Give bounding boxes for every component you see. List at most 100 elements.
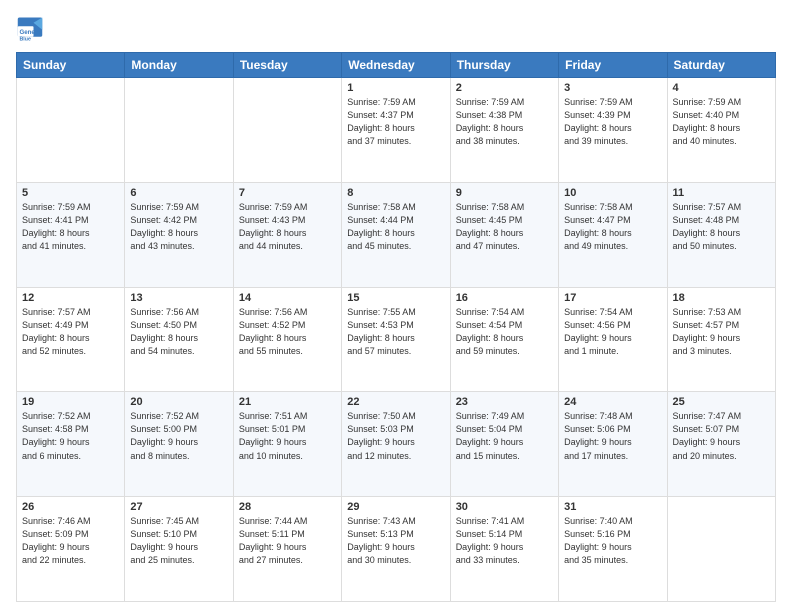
calendar-cell: 28Sunrise: 7:44 AM Sunset: 5:11 PM Dayli…	[233, 497, 341, 602]
day-info: Sunrise: 7:45 AM Sunset: 5:10 PM Dayligh…	[130, 515, 227, 567]
day-number: 27	[130, 501, 227, 513]
day-info: Sunrise: 7:44 AM Sunset: 5:11 PM Dayligh…	[239, 515, 336, 567]
day-number: 23	[456, 396, 553, 408]
weekday-header-monday: Monday	[125, 53, 233, 78]
logo: General Blue	[16, 14, 48, 42]
day-info: Sunrise: 7:59 AM Sunset: 4:41 PM Dayligh…	[22, 201, 119, 253]
calendar-cell: 20 Sunrise: 7:52 AM Sunset: 5:00 PM Dayli…	[125, 392, 233, 497]
day-number: 12	[22, 292, 119, 304]
day-info: Sunrise: 7:59 AM Sunset: 4:40 PM Dayligh…	[673, 96, 770, 148]
day-number: 20	[130, 396, 227, 408]
page: General Blue SundayMondayTuesdayWednesda…	[0, 0, 792, 612]
calendar: SundayMondayTuesdayWednesdayThursdayFrid…	[16, 52, 776, 602]
day-number: 11	[673, 187, 770, 199]
logo-icon: General Blue	[16, 14, 44, 42]
svg-text:Blue: Blue	[20, 36, 31, 42]
calendar-cell: 8Sunrise: 7:58 AM Sunset: 4:44 PM Daylig…	[342, 182, 450, 287]
calendar-cell: 23Sunrise: 7:49 AM Sunset: 5:04 PM Dayli…	[450, 392, 558, 497]
day-number: 2	[456, 82, 553, 94]
day-number: 24	[564, 396, 661, 408]
svg-text:General: General	[20, 29, 43, 36]
calendar-cell	[17, 78, 125, 183]
day-info: Sunrise: 7:54 AM Sunset: 4:56 PM Dayligh…	[564, 306, 661, 358]
calendar-cell: 1 Sunrise: 7:59 AM Sunset: 4:37 PM Daylig…	[342, 78, 450, 183]
calendar-cell: 19Sunrise: 7:52 AM Sunset: 4:58 PM Dayli…	[17, 392, 125, 497]
calendar-cell: 2 Sunrise: 7:59 AM Sunset: 4:38 PM Daylig…	[450, 78, 558, 183]
calendar-cell: 24 Sunrise: 7:48 AM Sunset: 5:06 PM Dayli…	[559, 392, 667, 497]
day-number: 10	[564, 187, 661, 199]
day-number: 15	[347, 292, 444, 304]
calendar-cell	[125, 78, 233, 183]
day-info: Sunrise: 7:52 AM Sunset: 4:58 PM Dayligh…	[22, 410, 119, 462]
day-info: Sunrise: 7:51 AM Sunset: 5:01 PM Dayligh…	[239, 410, 336, 462]
calendar-cell	[667, 497, 775, 602]
week-row-1: 1 Sunrise: 7:59 AM Sunset: 4:37 PM Daylig…	[17, 78, 776, 183]
day-info: Sunrise: 7:58 AM Sunset: 4:44 PM Dayligh…	[347, 201, 444, 253]
calendar-cell: 22 Sunrise: 7:50 AM Sunset: 5:03 PM Dayli…	[342, 392, 450, 497]
day-number: 29	[347, 501, 444, 513]
week-row-3: 12 Sunrise: 7:57 AM Sunset: 4:49 PM Dayli…	[17, 287, 776, 392]
week-row-5: 26 Sunrise: 7:46 AM Sunset: 5:09 PM Dayli…	[17, 497, 776, 602]
day-info: Sunrise: 7:40 AM Sunset: 5:16 PM Dayligh…	[564, 515, 661, 567]
day-number: 22	[347, 396, 444, 408]
day-number: 4	[673, 82, 770, 94]
weekday-header-row: SundayMondayTuesdayWednesdayThursdayFrid…	[17, 53, 776, 78]
weekday-header-thursday: Thursday	[450, 53, 558, 78]
day-info: Sunrise: 7:54 AM Sunset: 4:54 PM Dayligh…	[456, 306, 553, 358]
day-number: 7	[239, 187, 336, 199]
day-info: Sunrise: 7:56 AM Sunset: 4:52 PM Dayligh…	[239, 306, 336, 358]
day-number: 26	[22, 501, 119, 513]
day-info: Sunrise: 7:59 AM Sunset: 4:37 PM Dayligh…	[347, 96, 444, 148]
day-info: Sunrise: 7:59 AM Sunset: 4:38 PM Dayligh…	[456, 96, 553, 148]
calendar-cell: 15 Sunrise: 7:55 AM Sunset: 4:53 PM Dayli…	[342, 287, 450, 392]
day-number: 5	[22, 187, 119, 199]
calendar-cell: 25Sunrise: 7:47 AM Sunset: 5:07 PM Dayli…	[667, 392, 775, 497]
header: General Blue	[16, 14, 776, 42]
calendar-cell: 13Sunrise: 7:56 AM Sunset: 4:50 PM Dayli…	[125, 287, 233, 392]
weekday-header-tuesday: Tuesday	[233, 53, 341, 78]
calendar-cell: 27 Sunrise: 7:45 AM Sunset: 5:10 PM Dayli…	[125, 497, 233, 602]
day-info: Sunrise: 7:55 AM Sunset: 4:53 PM Dayligh…	[347, 306, 444, 358]
calendar-cell: 5 Sunrise: 7:59 AM Sunset: 4:41 PM Daylig…	[17, 182, 125, 287]
day-info: Sunrise: 7:50 AM Sunset: 5:03 PM Dayligh…	[347, 410, 444, 462]
day-number: 16	[456, 292, 553, 304]
calendar-cell: 10Sunrise: 7:58 AM Sunset: 4:47 PM Dayli…	[559, 182, 667, 287]
day-number: 3	[564, 82, 661, 94]
day-info: Sunrise: 7:53 AM Sunset: 4:57 PM Dayligh…	[673, 306, 770, 358]
day-info: Sunrise: 7:43 AM Sunset: 5:13 PM Dayligh…	[347, 515, 444, 567]
day-number: 1	[347, 82, 444, 94]
day-number: 18	[673, 292, 770, 304]
weekday-header-sunday: Sunday	[17, 53, 125, 78]
week-row-2: 5 Sunrise: 7:59 AM Sunset: 4:41 PM Daylig…	[17, 182, 776, 287]
day-info: Sunrise: 7:48 AM Sunset: 5:06 PM Dayligh…	[564, 410, 661, 462]
calendar-cell: 26 Sunrise: 7:46 AM Sunset: 5:09 PM Dayli…	[17, 497, 125, 602]
day-info: Sunrise: 7:52 AM Sunset: 5:00 PM Dayligh…	[130, 410, 227, 462]
calendar-cell: 31 Sunrise: 7:40 AM Sunset: 5:16 PM Dayli…	[559, 497, 667, 602]
week-row-4: 19Sunrise: 7:52 AM Sunset: 4:58 PM Dayli…	[17, 392, 776, 497]
calendar-cell: 16 Sunrise: 7:54 AM Sunset: 4:54 PM Dayli…	[450, 287, 558, 392]
calendar-cell: 6Sunrise: 7:59 AM Sunset: 4:42 PM Daylig…	[125, 182, 233, 287]
calendar-cell: 11 Sunrise: 7:57 AM Sunset: 4:48 PM Dayli…	[667, 182, 775, 287]
day-info: Sunrise: 7:59 AM Sunset: 4:39 PM Dayligh…	[564, 96, 661, 148]
weekday-header-wednesday: Wednesday	[342, 53, 450, 78]
day-number: 31	[564, 501, 661, 513]
day-info: Sunrise: 7:59 AM Sunset: 4:43 PM Dayligh…	[239, 201, 336, 253]
day-info: Sunrise: 7:57 AM Sunset: 4:49 PM Dayligh…	[22, 306, 119, 358]
day-number: 21	[239, 396, 336, 408]
day-number: 25	[673, 396, 770, 408]
calendar-cell: 3 Sunrise: 7:59 AM Sunset: 4:39 PM Daylig…	[559, 78, 667, 183]
day-number: 30	[456, 501, 553, 513]
day-info: Sunrise: 7:57 AM Sunset: 4:48 PM Dayligh…	[673, 201, 770, 253]
day-info: Sunrise: 7:56 AM Sunset: 4:50 PM Dayligh…	[130, 306, 227, 358]
calendar-cell: 14Sunrise: 7:56 AM Sunset: 4:52 PM Dayli…	[233, 287, 341, 392]
day-info: Sunrise: 7:46 AM Sunset: 5:09 PM Dayligh…	[22, 515, 119, 567]
calendar-cell: 4 Sunrise: 7:59 AM Sunset: 4:40 PM Daylig…	[667, 78, 775, 183]
calendar-cell: 30 Sunrise: 7:41 AM Sunset: 5:14 PM Dayli…	[450, 497, 558, 602]
calendar-cell: 12 Sunrise: 7:57 AM Sunset: 4:49 PM Dayli…	[17, 287, 125, 392]
calendar-cell: 17Sunrise: 7:54 AM Sunset: 4:56 PM Dayli…	[559, 287, 667, 392]
weekday-header-friday: Friday	[559, 53, 667, 78]
day-info: Sunrise: 7:41 AM Sunset: 5:14 PM Dayligh…	[456, 515, 553, 567]
calendar-cell: 7 Sunrise: 7:59 AM Sunset: 4:43 PM Daylig…	[233, 182, 341, 287]
day-number: 9	[456, 187, 553, 199]
day-number: 6	[130, 187, 227, 199]
